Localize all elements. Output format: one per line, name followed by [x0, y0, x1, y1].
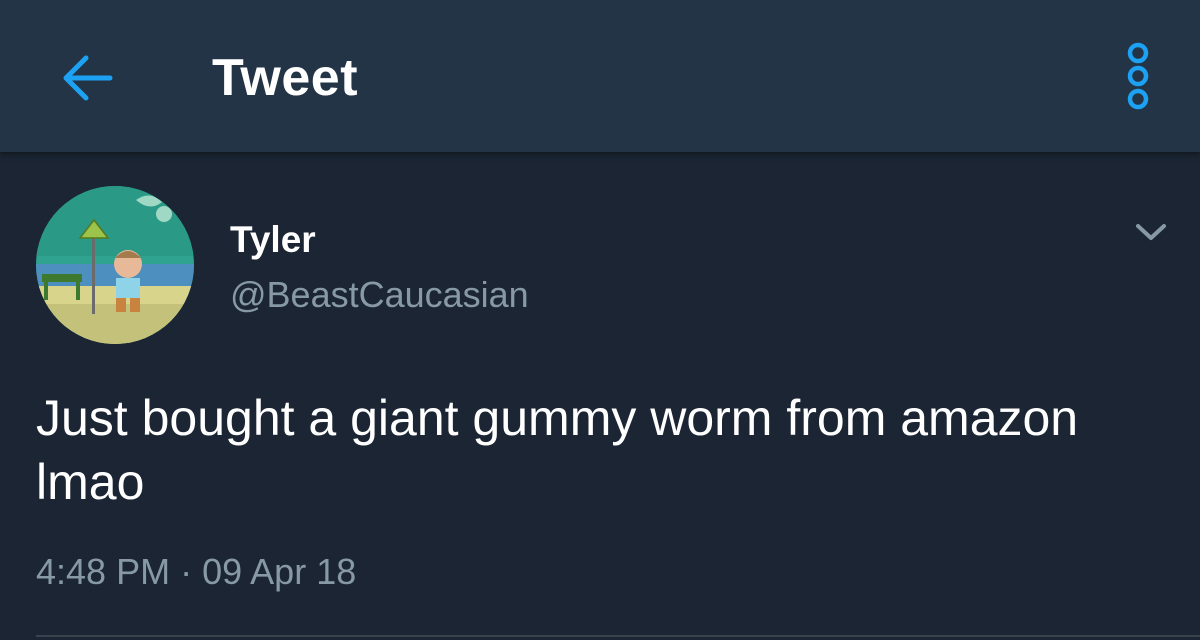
timestamp-separator: ·	[180, 551, 193, 592]
arrow-left-icon	[63, 55, 113, 101]
chevron-down-icon	[1136, 224, 1166, 240]
author-handle[interactable]: @BeastCaucasian	[230, 273, 529, 317]
avatar[interactable]	[36, 186, 194, 344]
app-bar: Tweet	[0, 0, 1200, 152]
tweet-timestamp: 4:48 PM · 09 Apr 18	[36, 550, 356, 594]
tweet-options-button[interactable]	[1128, 214, 1174, 250]
tweet-text: Just bought a giant gummy worm from amaz…	[36, 390, 1079, 510]
author-display-name[interactable]: Tyler	[230, 218, 316, 262]
tweet-time: 4:48 PM	[36, 551, 171, 592]
vertical-dots-icon	[1127, 42, 1149, 110]
page-title: Tweet	[212, 49, 359, 107]
overflow-menu-button[interactable]	[1110, 34, 1166, 118]
tweet-date: 09 Apr 18	[202, 551, 357, 592]
divider	[36, 635, 1200, 637]
avatar-image	[36, 186, 194, 344]
tweet-detail: Tyler @BeastCaucasian Just bought a gian…	[0, 152, 1200, 640]
back-button[interactable]	[50, 40, 126, 116]
